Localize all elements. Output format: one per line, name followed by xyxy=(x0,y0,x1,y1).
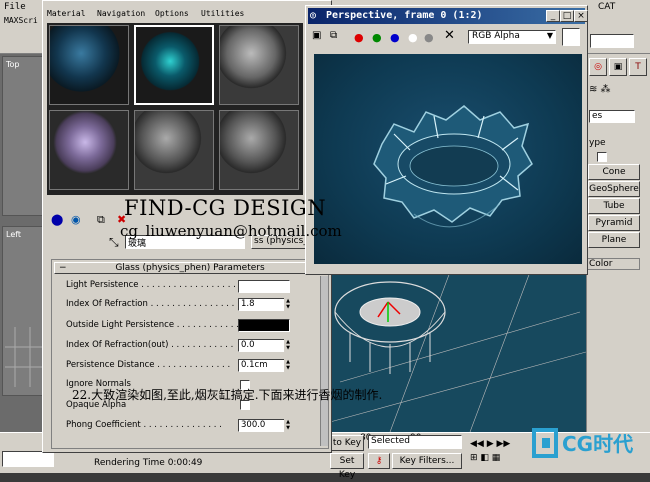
rollout-header[interactable]: − Glass (physics_phen) Parameters xyxy=(54,262,326,274)
selected-dropdown[interactable]: Selected xyxy=(368,435,462,449)
param-label-outside-light-persistence: Outside Light Persistence . . . . . . . … xyxy=(66,320,256,330)
left-viewport-grid xyxy=(5,327,45,387)
close-button[interactable]: × xyxy=(574,10,588,22)
left-viewport[interactable]: Left xyxy=(2,226,45,396)
key-mode-icon[interactable]: ⚷ xyxy=(368,453,390,469)
set-key-button[interactable]: Set Key xyxy=(330,453,364,480)
render-window-app-icon: ◎ xyxy=(310,10,317,21)
alpha-channel-icon[interactable]: ● xyxy=(408,31,418,44)
pick-material-icon[interactable]: ⤡ xyxy=(109,235,119,250)
sample-slot-4[interactable] xyxy=(49,110,129,190)
blue-channel-icon[interactable]: ● xyxy=(390,31,400,44)
menu-material[interactable]: Material xyxy=(47,9,86,18)
maxscript-listener-input[interactable] xyxy=(2,451,54,467)
param-label-light-persistence: Light Persistence . . . . . . . . . . . … xyxy=(66,280,242,290)
modify-tab-icon[interactable]: ▣ xyxy=(609,58,627,76)
wireframe-ashtray xyxy=(329,271,587,433)
sample-slot-2[interactable] xyxy=(134,25,214,105)
color-rollout[interactable]: Color xyxy=(586,258,640,270)
cone-button[interactable]: Cone xyxy=(588,164,640,180)
persistence-distance-spinner[interactable]: ▲ ▼ xyxy=(284,359,292,372)
tube-button[interactable]: Tube xyxy=(588,198,640,214)
param-label-ior-out: Index Of Refraction(out) . . . . . . . .… xyxy=(66,340,234,350)
viewport-label-top: Top xyxy=(6,60,20,69)
utilities-tab-icon[interactable]: T xyxy=(629,58,647,76)
plane-button[interactable]: Plane xyxy=(588,232,640,248)
get-material-icon[interactable]: ⬤ xyxy=(51,213,63,226)
object-type-label: ype xyxy=(589,138,606,148)
ior-out-spinner[interactable]: ▲ ▼ xyxy=(284,339,292,352)
cg-logo: CG时代 xyxy=(530,424,648,464)
rendering-time-status: Rendering Time 0:00:49 xyxy=(94,458,203,468)
put-to-scene-icon[interactable]: ◉ xyxy=(71,213,81,226)
param-label-ior: Index Of Refraction . . . . . . . . . . … xyxy=(66,299,235,309)
green-channel-icon[interactable]: ● xyxy=(372,31,382,44)
material-editor-menubar: Material Navigation Options Utilities xyxy=(43,9,331,21)
auto-key-button[interactable]: to Key xyxy=(330,435,364,451)
clone-icon[interactable]: ⧉ xyxy=(330,30,337,41)
color-swatch[interactable] xyxy=(562,28,580,46)
save-bitmap-icon[interactable]: ▣ xyxy=(312,30,321,41)
ior-out-field[interactable]: 0.0 xyxy=(238,339,290,352)
sample-slot-5[interactable] xyxy=(134,110,214,190)
channel-dropdown[interactable]: RGB Alpha ▼ xyxy=(468,30,556,44)
cg-logo-icon xyxy=(532,428,558,458)
ior-spinner[interactable]: ▲ ▼ xyxy=(284,298,292,311)
command-subicons: ≋ ⁂ xyxy=(589,84,611,95)
sample-slot-3[interactable] xyxy=(219,25,299,105)
render-toolbar: ▣ ⧉ ● ● ● ● ● ✕ RGB Alpha ▼ xyxy=(308,26,585,48)
menu-utilities[interactable]: Utilities xyxy=(201,9,244,18)
param-label-persistence-distance: Persistence Distance . . . . . . . . . .… xyxy=(66,360,231,370)
perspective-viewport[interactable] xyxy=(329,271,587,433)
toolbar-dropdown[interactable] xyxy=(590,34,634,48)
key-filters-button[interactable]: Key Filters... xyxy=(392,453,462,469)
command-tabs: ◎ ▣ T xyxy=(589,58,647,78)
minimize-button[interactable]: _ xyxy=(546,10,560,22)
sample-slots xyxy=(47,23,303,195)
watermark-email: cg_liuwenyuan@hotmail.com xyxy=(120,222,342,240)
assign-material-icon[interactable]: ⧉ xyxy=(97,213,105,227)
outside-light-persistence-color[interactable] xyxy=(238,319,290,332)
red-channel-icon[interactable]: ● xyxy=(354,31,364,44)
menu-file[interactable]: File xyxy=(4,2,26,12)
persistence-distance-field[interactable]: 0.1cm xyxy=(238,359,290,372)
playback-controls[interactable]: ◀◀ ▶ ▶▶ ⊞ ◧ ▦ xyxy=(470,437,530,469)
create-tab-icon[interactable]: ◎ xyxy=(589,58,607,76)
pyramid-button[interactable]: Pyramid xyxy=(588,215,640,231)
render-window-title: Perspective, frame 0 (1:2) xyxy=(326,10,483,21)
menu-maxscript[interactable]: MAXScri xyxy=(4,16,38,25)
top-viewport[interactable]: Top xyxy=(2,56,44,216)
tutorial-caption: 22.大致渲染如图,至此,烟灰缸搞定.下面来进行香烟的制作. xyxy=(72,388,383,402)
sample-slot-1[interactable] xyxy=(49,25,129,105)
mono-channel-icon[interactable]: ● xyxy=(424,31,434,44)
menu-cat[interactable]: CAT xyxy=(598,2,615,12)
rollout-collapse-icon: − xyxy=(59,263,67,273)
viewport-label-left: Left xyxy=(6,230,22,239)
menu-options[interactable]: Options xyxy=(155,9,189,18)
autogrid-checkbox[interactable] xyxy=(597,152,607,162)
phong-coefficient-field[interactable]: 300.0 xyxy=(238,419,290,432)
clear-icon[interactable]: ✕ xyxy=(444,28,455,43)
maximize-button[interactable]: □ xyxy=(560,10,574,22)
rollout-title: Glass (physics_phen) Parameters xyxy=(115,263,265,273)
rendered-glass-ashtray xyxy=(373,105,533,228)
geosphere-button[interactable]: GeoSphere xyxy=(588,181,640,197)
primitives-dropdown[interactable]: es xyxy=(589,110,635,123)
menu-navigation[interactable]: Navigation xyxy=(97,9,145,18)
watermark-design: FIND-CG DESIGN xyxy=(124,196,327,220)
rollout-scrollbar[interactable] xyxy=(320,276,328,446)
chevron-down-icon: ▼ xyxy=(546,31,553,40)
cg-logo-text: CG时代 xyxy=(562,432,634,456)
render-output-image xyxy=(314,54,582,264)
render-window-titlebar: ◎ Perspective, frame 0 (1:2) xyxy=(308,8,585,24)
param-label-phong-coefficient: Phong Coefficient . . . . . . . . . . . … xyxy=(66,420,222,430)
render-frame-window: ◎ Perspective, frame 0 (1:2) _ □ × ▣ ⧉ ●… xyxy=(305,5,588,275)
light-persistence-color[interactable] xyxy=(238,280,290,293)
phong-coefficient-spinner[interactable]: ▲ ▼ xyxy=(284,419,292,432)
sample-slot-6[interactable] xyxy=(219,110,299,190)
ior-field[interactable]: 1.8 xyxy=(238,298,290,311)
